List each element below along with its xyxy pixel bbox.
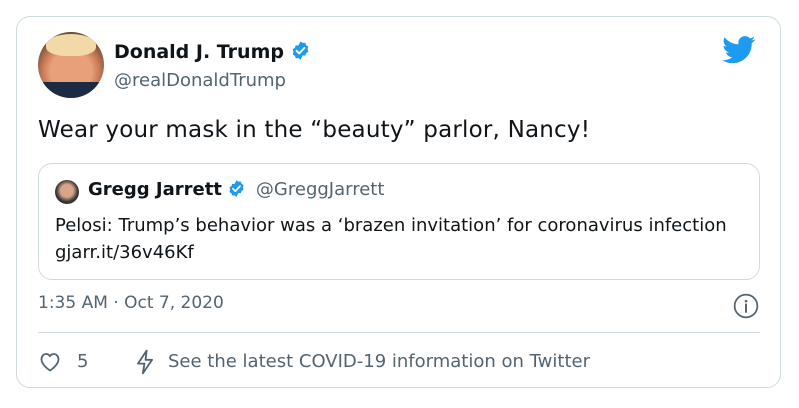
heart-icon[interactable] bbox=[38, 350, 62, 374]
author-name-text: Donald J. Trump bbox=[114, 41, 284, 63]
tweet-timestamp[interactable]: 1:35 AM · Oct 7, 2020 bbox=[38, 293, 224, 313]
tweet-text: Wear your mask in the “beauty” parlor, N… bbox=[38, 117, 591, 143]
author-name[interactable]: Donald J. Trump bbox=[114, 40, 311, 63]
twitter-bird-icon[interactable] bbox=[722, 36, 756, 64]
info-icon[interactable] bbox=[733, 293, 759, 319]
covid-info-link[interactable]: See the latest COVID-19 information on T… bbox=[168, 351, 590, 372]
quoted-author-line[interactable]: Gregg Jarrett @GreggJarrett bbox=[88, 179, 384, 200]
avatar-suit bbox=[38, 82, 104, 98]
quoted-author-name: Gregg Jarrett bbox=[88, 179, 222, 200]
verified-badge-icon bbox=[229, 180, 244, 197]
quoted-author-handle: @GreggJarrett bbox=[255, 179, 385, 200]
quoted-author-avatar[interactable] bbox=[55, 180, 79, 204]
avatar-hair bbox=[46, 34, 96, 56]
quoted-tweet-text: Pelosi: Trump’s behavior was a ‘brazen i… bbox=[55, 215, 727, 263]
tweet-card: Donald J. Trump @realDonaldTrump Wear yo… bbox=[16, 16, 781, 388]
like-count[interactable]: 5 bbox=[77, 351, 88, 372]
lightning-bolt-icon bbox=[137, 349, 153, 375]
verified-badge-icon bbox=[292, 41, 309, 60]
quoted-tweet[interactable]: Gregg Jarrett @GreggJarrett Pelosi: Trum… bbox=[38, 163, 760, 280]
divider bbox=[38, 332, 760, 333]
author-handle[interactable]: @realDonaldTrump bbox=[114, 70, 286, 91]
author-avatar[interactable] bbox=[38, 32, 104, 98]
